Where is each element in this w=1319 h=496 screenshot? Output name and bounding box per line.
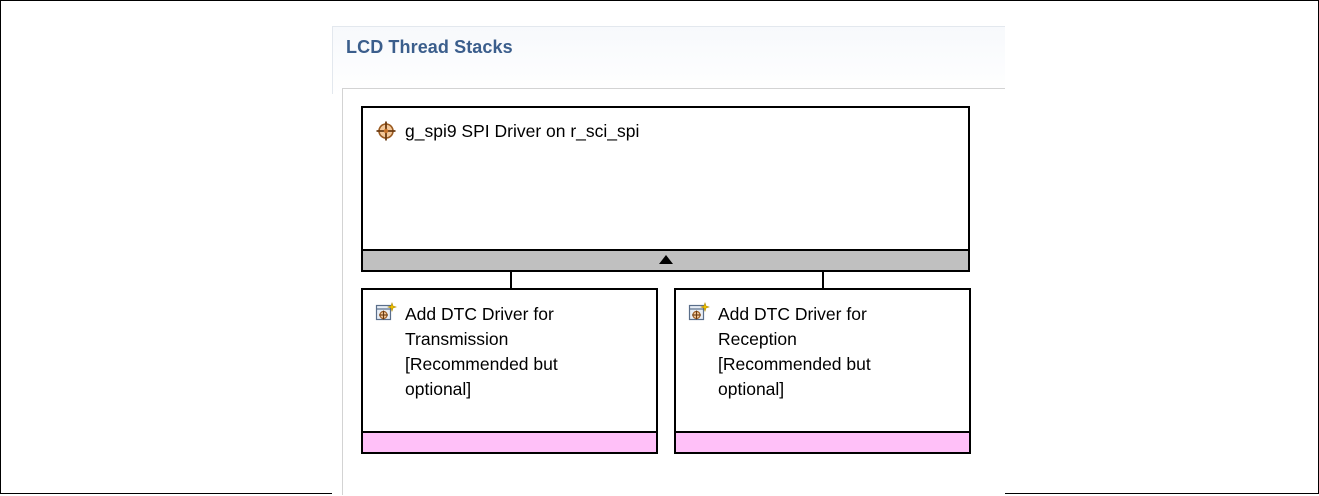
panel-title: LCD Thread Stacks: [346, 37, 513, 57]
module-label: g_spi9 SPI Driver on r_sci_spi: [405, 121, 640, 141]
module-header: g_spi9 SPI Driver on r_sci_spi: [375, 120, 639, 142]
module-label: Add DTC Driver for Reception [Recommende…: [718, 304, 871, 399]
optional-bar: [676, 431, 969, 452]
panel-header: LCD Thread Stacks: [332, 26, 1005, 94]
add-dtc-reception-module[interactable]: Add DTC Driver for Reception [Recommende…: [674, 288, 971, 454]
collapse-bar[interactable]: [363, 249, 968, 270]
driver-module-icon: [376, 121, 396, 141]
optional-bar: [363, 431, 656, 452]
collapse-arrow-icon[interactable]: [658, 255, 673, 264]
module-header: Add DTC Driver for Transmission [Recomme…: [375, 302, 558, 402]
connector-line: [822, 270, 824, 289]
add-component-icon: [375, 302, 397, 321]
spi-driver-module[interactable]: g_spi9 SPI Driver on r_sci_spi: [361, 106, 970, 272]
connector-line: [510, 270, 512, 289]
add-dtc-transmission-module[interactable]: Add DTC Driver for Transmission [Recomme…: [361, 288, 658, 454]
add-component-icon: [688, 302, 710, 321]
module-label: Add DTC Driver for Transmission [Recomme…: [405, 304, 558, 399]
module-header: Add DTC Driver for Reception [Recommende…: [688, 302, 871, 402]
